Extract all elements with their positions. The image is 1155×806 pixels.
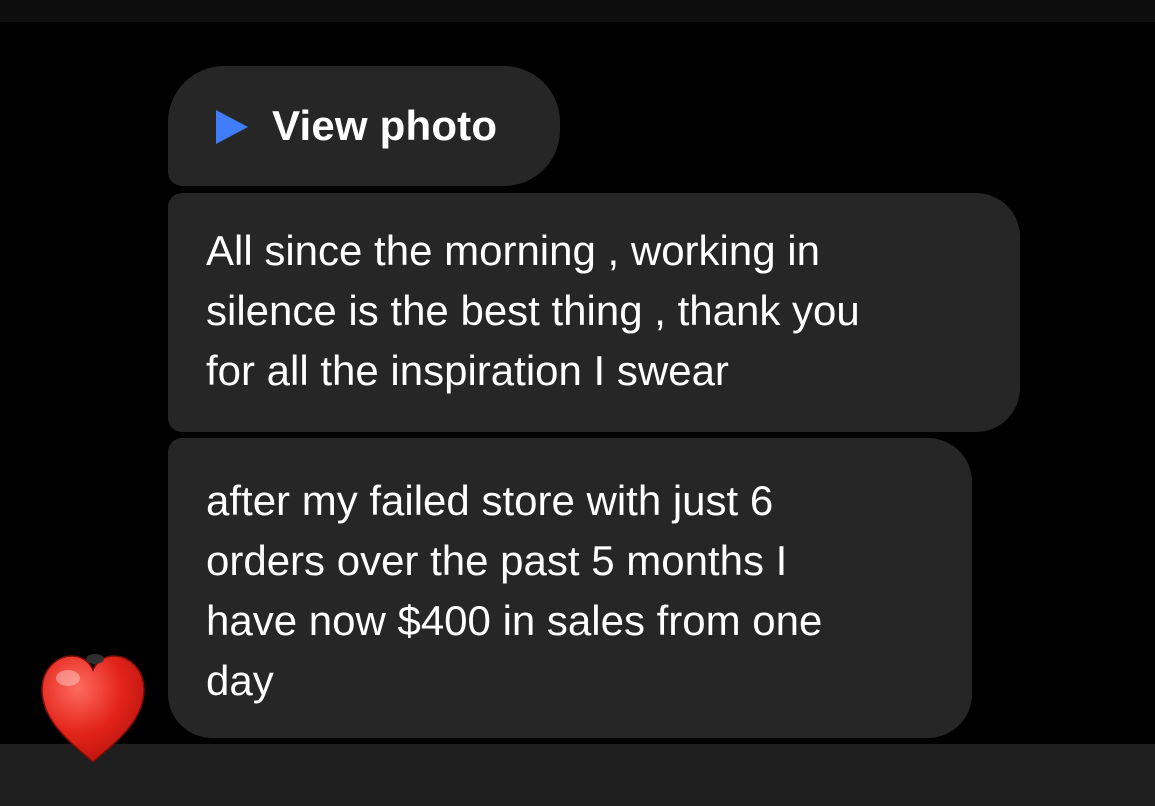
message-text: All since the morning , working in silen… (206, 227, 860, 394)
chat-screen: View photo All since the morning , worki… (0, 0, 1155, 806)
top-bar (0, 0, 1155, 22)
message-bubble[interactable]: All since the morning , working in silen… (168, 193, 1020, 432)
message-bubble[interactable]: after my failed store with just 6 orders… (168, 438, 972, 738)
message-text: after my failed store with just 6 orders… (206, 477, 823, 704)
view-photo-label: View photo (272, 102, 498, 149)
view-photo-bubble[interactable]: View photo (168, 66, 560, 186)
play-icon (216, 110, 248, 144)
red-heart-icon[interactable] (38, 650, 148, 768)
bottom-bar (0, 744, 1155, 806)
